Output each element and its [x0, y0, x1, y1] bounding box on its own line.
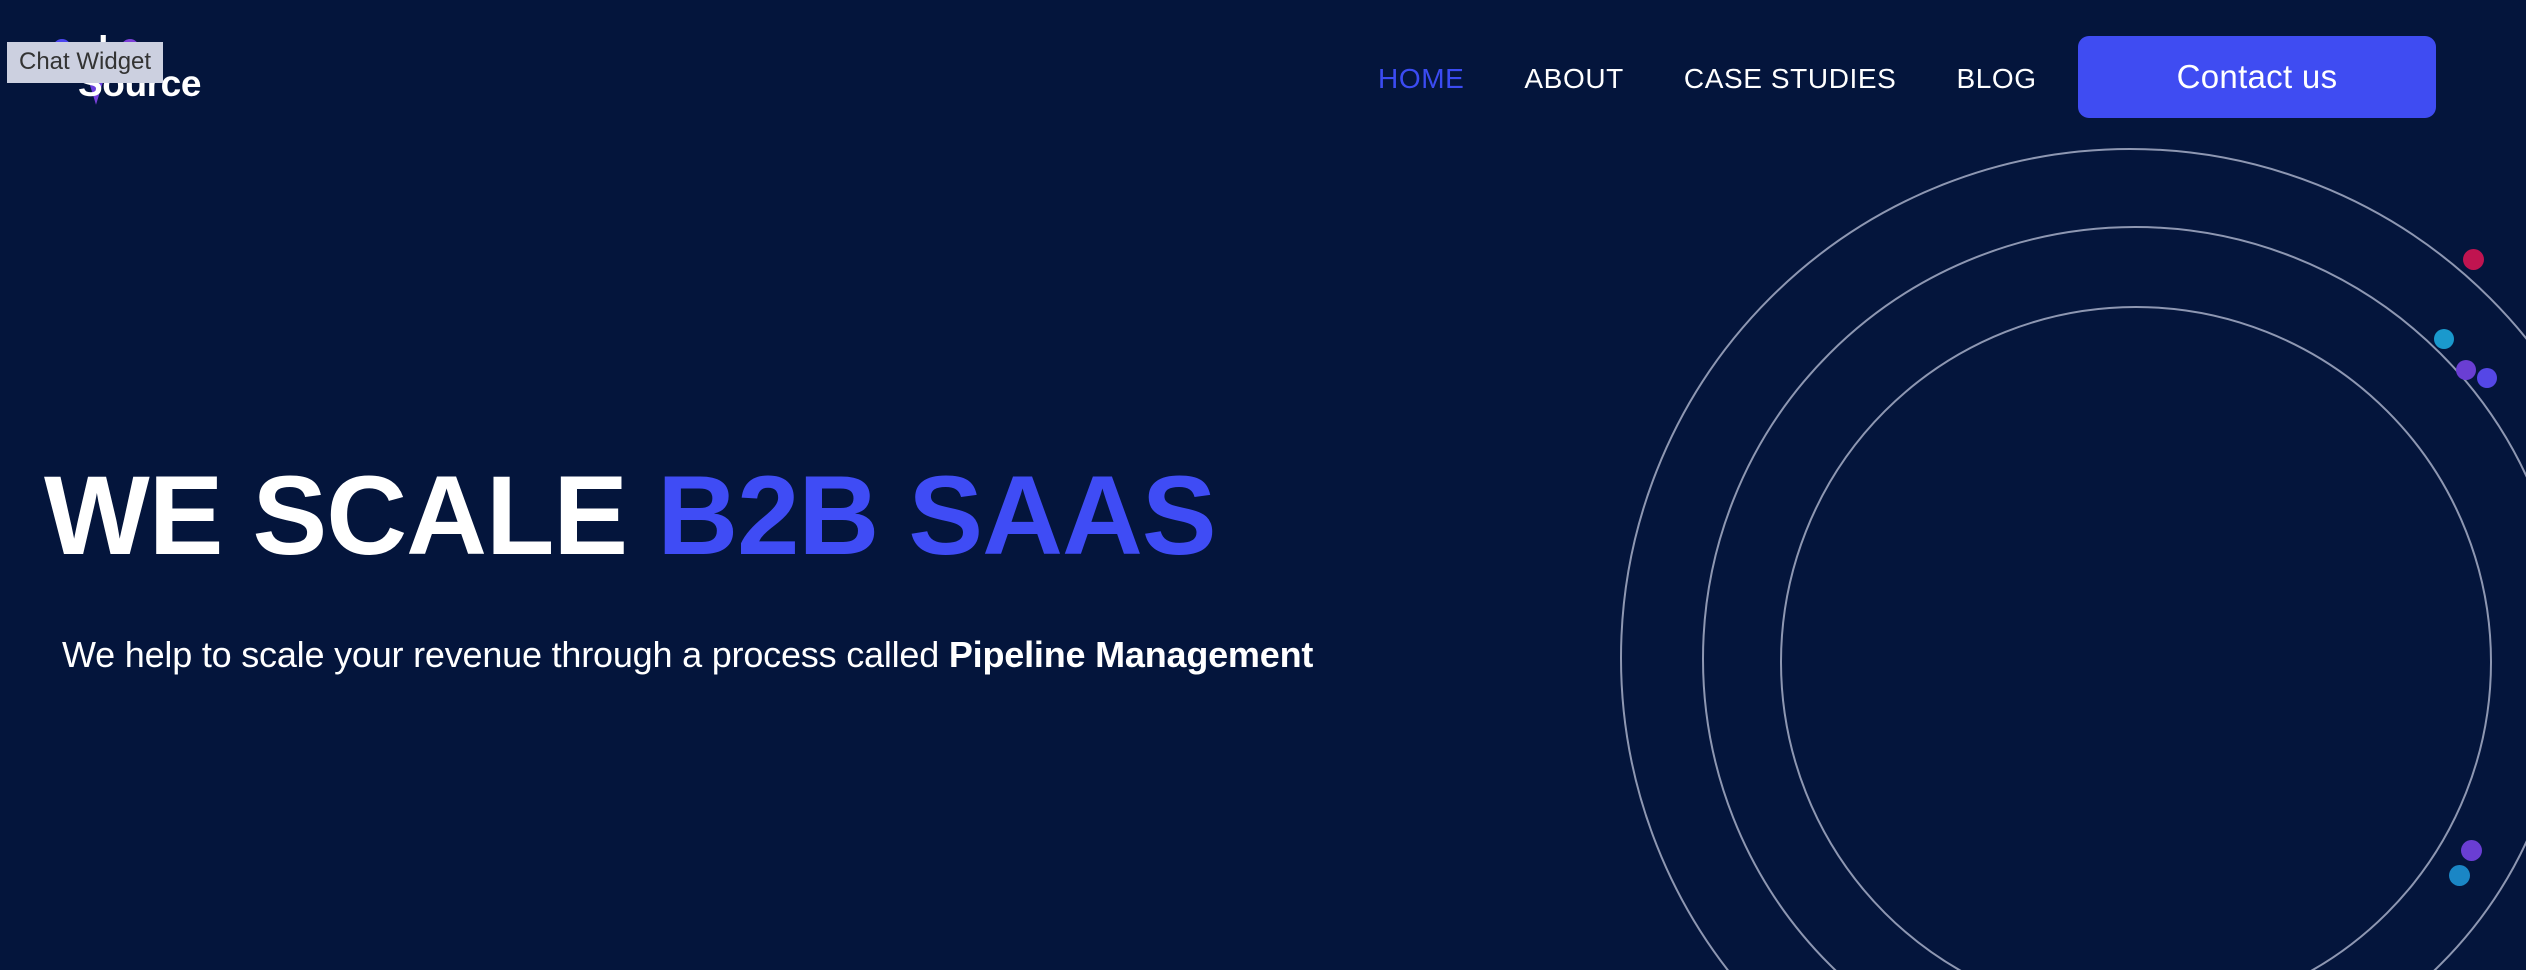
hero-subtitle-bold: Pipeline Management	[948, 634, 1314, 675]
nav-item-blog[interactable]: BLOG	[1926, 53, 2066, 105]
ring-inner	[1780, 306, 2492, 970]
site-header: ales Source HOME ABOUT CASE STUDIES BLOG…	[0, 0, 2526, 158]
chat-widget-label[interactable]: Chat Widget	[7, 42, 164, 83]
nav-item-about[interactable]: ABOUT	[1494, 53, 1653, 105]
hero-section: WE SCALE B2B SAAS We help to scale your …	[44, 460, 1313, 676]
main-navigation: HOME ABOUT CASE STUDIES BLOG	[1348, 0, 2067, 158]
page-root: ales Source HOME ABOUT CASE STUDIES BLOG…	[0, 0, 2526, 970]
hero-title: WE SCALE B2B SAAS	[44, 460, 1313, 572]
ring-dot-cyan-lower	[2449, 865, 2470, 886]
hero-subtitle: We help to scale your revenue through a …	[44, 572, 1313, 676]
hero-subtitle-prefix: We help to scale your revenue through a …	[62, 634, 949, 675]
hero-title-accent: B2B SAAS	[657, 453, 1216, 578]
ring-dot-cyan	[2434, 329, 2454, 349]
ring-dot-violet	[2477, 368, 2497, 388]
ring-dot-purple	[2456, 360, 2476, 380]
hero-title-white: WE SCALE	[44, 453, 658, 578]
ring-outer	[1620, 148, 2526, 970]
contact-us-button[interactable]: Contact us	[2078, 36, 2436, 118]
nav-item-case-studies[interactable]: CASE STUDIES	[1654, 53, 1927, 105]
ring-dot-purple-lower	[2461, 840, 2482, 861]
ring-dot-crimson	[2463, 249, 2484, 270]
nav-item-home[interactable]: HOME	[1348, 53, 1494, 105]
ring-middle	[1702, 226, 2526, 970]
